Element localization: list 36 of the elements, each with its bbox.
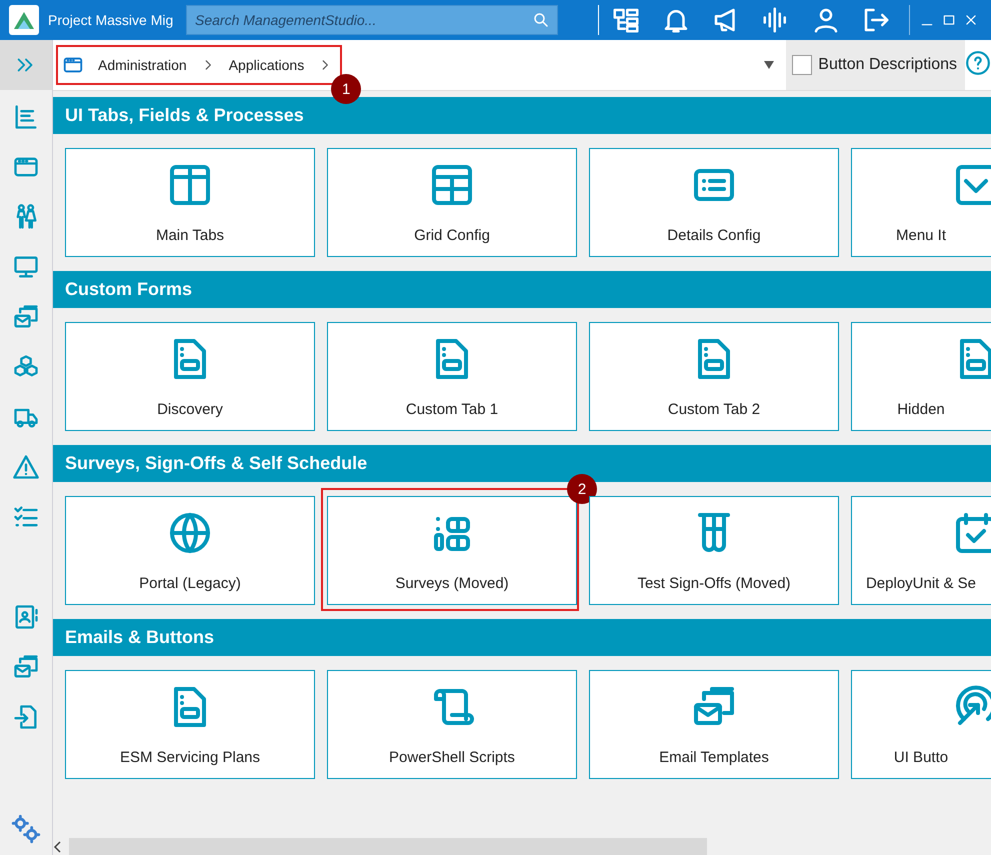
search-field[interactable]: Search ManagementStudio... (186, 5, 558, 35)
app-tile[interactable]: UI Butto (851, 670, 991, 779)
maximize-icon[interactable] (942, 13, 956, 27)
section-header: Emails & Buttons (53, 619, 991, 656)
button-descriptions-checkbox[interactable]: Button Descriptions (786, 40, 965, 90)
scroll-left-icon[interactable] (53, 840, 63, 852)
search-icon (532, 11, 550, 29)
close-icon[interactable] (964, 13, 978, 27)
section-header: Surveys, Sign-Offs & Self Schedule (53, 445, 991, 482)
annotation-badge: 1 (331, 74, 362, 104)
app-tile[interactable]: DeployUnit & Se (851, 496, 991, 605)
app-tile[interactable]: Email Templates (589, 670, 839, 779)
section-header: Custom Forms (53, 271, 991, 308)
window-title: Project Massive Mig (48, 12, 174, 28)
app-tile[interactable]: PowerShell Scripts (327, 670, 577, 779)
help-icon[interactable] (965, 50, 991, 76)
scrollbar-thumb[interactable] (69, 838, 707, 855)
breadcrumb-item[interactable]: Administration (98, 57, 187, 73)
app-tile[interactable]: Surveys (Moved) (327, 496, 577, 605)
gears-icon[interactable] (9, 812, 43, 846)
app-tile[interactable]: Details Config (589, 148, 839, 257)
app-tile[interactable]: Portal (Legacy) (65, 496, 315, 605)
app-tile[interactable]: Test Sign-Offs (Moved) (589, 496, 839, 605)
warning-icon[interactable] (12, 453, 40, 481)
dropdown-arrow-icon[interactable] (764, 61, 774, 69)
app-tile[interactable]: Custom Tab 1 (327, 322, 577, 431)
app-tile[interactable]: Discovery (65, 322, 315, 431)
app-logo-icon (9, 5, 39, 35)
app-tile[interactable]: Grid Config (327, 148, 577, 257)
app-tile[interactable]: ESM Servicing Plans (65, 670, 315, 779)
section-header: UI Tabs, Fields & Processes (53, 97, 991, 134)
app-tile[interactable]: Hidden (851, 322, 991, 431)
app-tile[interactable]: Menu It (851, 148, 991, 257)
app-tile[interactable]: Main Tabs (65, 148, 315, 257)
breadcrumb-item[interactable]: Applications (228, 57, 304, 73)
app-tile[interactable]: Custom Tab 2 (589, 322, 839, 431)
